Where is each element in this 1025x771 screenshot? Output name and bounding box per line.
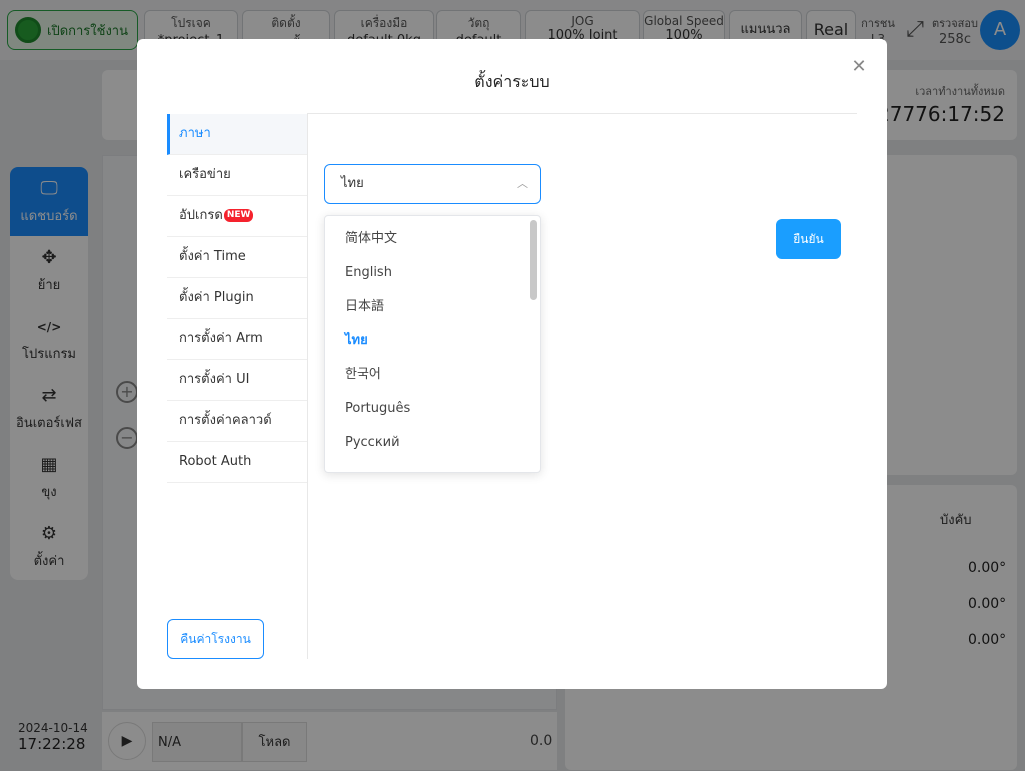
language-option[interactable]: 日本語 bbox=[325, 290, 540, 324]
language-option[interactable]: Русский bbox=[325, 426, 540, 460]
language-select-value: ไทย bbox=[341, 176, 364, 191]
menu-item-label: ตั้งค่า Time bbox=[179, 249, 246, 264]
menu-item-time[interactable]: ตั้งค่า Time bbox=[167, 237, 307, 278]
dropdown-scrollbar[interactable] bbox=[530, 220, 537, 300]
dialog-title: ตั้งค่าระบบ bbox=[474, 72, 550, 91]
menu-item-label: Robot Auth bbox=[179, 454, 252, 469]
language-option[interactable]: 简体中文 bbox=[325, 222, 540, 256]
menu-item-cloud[interactable]: การตั้งค่าคลาวด์ bbox=[167, 401, 307, 442]
menu-item-label: เครือข่าย bbox=[179, 167, 231, 182]
menu-item-language[interactable]: ภาษา bbox=[167, 114, 307, 155]
settings-menu: ภาษา เครือข่าย อัปเกรด NEW ตั้งค่า Time ต… bbox=[167, 114, 307, 483]
confirm-button[interactable]: ยืนยัน bbox=[776, 219, 841, 259]
chevron-up-icon: ︿ bbox=[517, 177, 528, 190]
close-icon[interactable]: ✕ bbox=[849, 57, 869, 77]
language-select[interactable]: ไทย ︿ bbox=[324, 164, 541, 204]
menu-item-upgrade[interactable]: อัปเกรด NEW bbox=[167, 196, 307, 237]
menu-item-label: อัปเกรด bbox=[179, 208, 223, 223]
divider bbox=[307, 113, 857, 114]
new-badge: NEW bbox=[223, 209, 254, 222]
menu-divider bbox=[307, 114, 308, 659]
language-option[interactable]: Português bbox=[325, 392, 540, 426]
menu-item-plugin[interactable]: ตั้งค่า Plugin bbox=[167, 278, 307, 319]
menu-item-arm[interactable]: การตั้งค่า Arm bbox=[167, 319, 307, 360]
menu-item-label: ภาษา bbox=[179, 126, 211, 141]
system-settings-dialog: ตั้งค่าระบบ ✕ ภาษา เครือข่าย อัปเกรด NEW … bbox=[137, 39, 887, 689]
menu-item-network[interactable]: เครือข่าย bbox=[167, 155, 307, 196]
menu-item-label: การตั้งค่า UI bbox=[179, 372, 250, 387]
menu-item-robot-auth[interactable]: Robot Auth bbox=[167, 442, 307, 483]
menu-item-label: ตั้งค่า Plugin bbox=[179, 290, 254, 305]
language-option[interactable]: 한국어 bbox=[325, 358, 540, 392]
menu-item-ui[interactable]: การตั้งค่า UI bbox=[167, 360, 307, 401]
language-option[interactable]: English bbox=[325, 256, 540, 290]
menu-item-label: การตั้งค่า Arm bbox=[179, 331, 263, 346]
language-option-selected[interactable]: ไทย bbox=[325, 324, 540, 358]
menu-item-label: การตั้งค่าคลาวด์ bbox=[179, 413, 272, 428]
factory-reset-button[interactable]: คืนค่าโรงงาน bbox=[167, 619, 264, 659]
language-dropdown: 简体中文 English 日本語 ไทย 한국어 Português Русск… bbox=[324, 215, 541, 473]
